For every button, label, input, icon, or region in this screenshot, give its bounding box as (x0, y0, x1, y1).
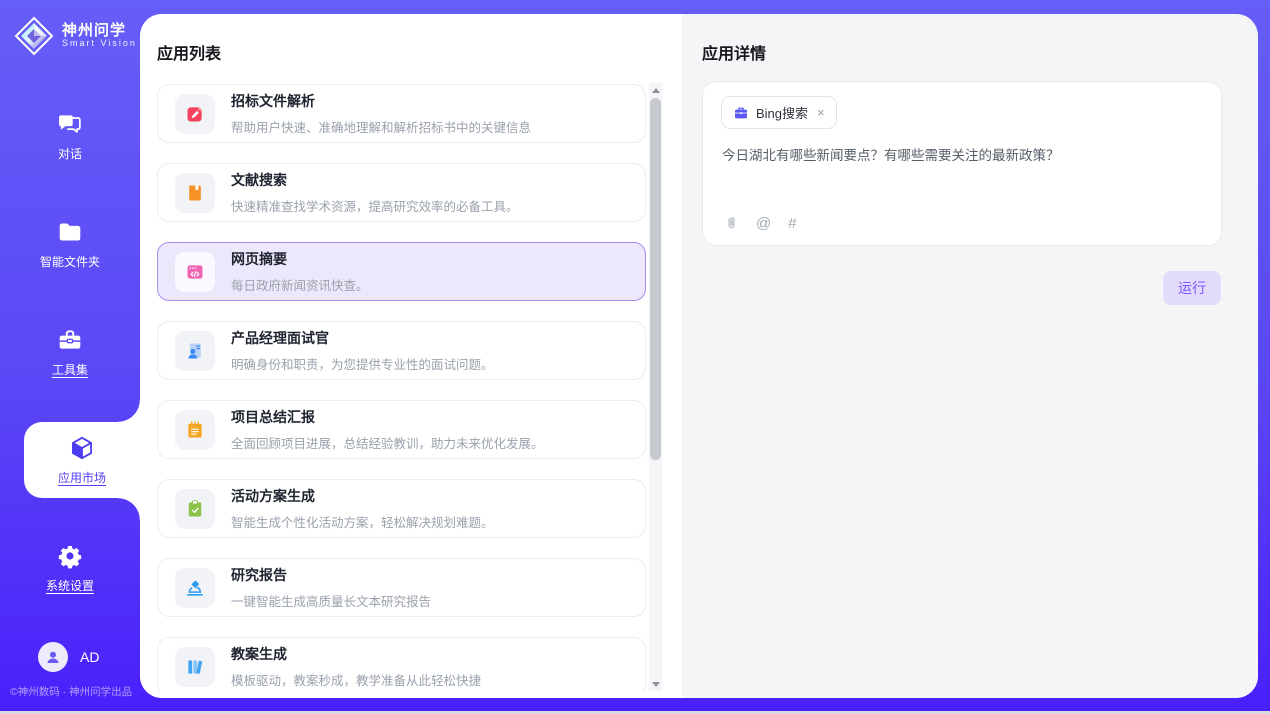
gear-icon (57, 543, 83, 569)
scrollbar-thumb[interactable] (650, 98, 661, 460)
app-card-bid-parse[interactable]: 招标文件解析 帮助用户快速、准确地理解和解析招标书中的关键信息 (157, 84, 646, 143)
app-name: 招标文件解析 (231, 91, 531, 111)
brand-logo: 神州问学 Smart Vision (14, 16, 137, 56)
app-name: 项目总结汇报 (231, 407, 544, 427)
brand-subtitle: Smart Vision (62, 39, 137, 49)
app-name: 活动方案生成 (231, 486, 494, 506)
interviewer-icon (175, 331, 215, 371)
app-card-literature-search[interactable]: 文献搜索 快速精准查找学术资源，提高研究效率的必备工具。 (157, 163, 646, 222)
app-description: 快速精准查找学术资源，提高研究效率的必备工具。 (231, 196, 519, 215)
app-list-scrollbar[interactable] (649, 83, 662, 691)
sidebar-item-label: 系统设置 (46, 577, 94, 594)
app-card-web-summary[interactable]: 网页摘要 每日政府新闻资讯快查。 (157, 242, 646, 301)
sidebar-nav: 对话 智能文件夹 工具集 (0, 98, 140, 638)
sidebar-item-app-market[interactable]: 应用市场 (24, 422, 140, 498)
app-list-scroll-area: 招标文件解析 帮助用户快速、准确地理解和解析招标书中的关键信息 文献搜索 快速精… (157, 84, 648, 691)
query-text[interactable]: 今日湖北有哪些新闻要点？有哪些需要关注的最新政策？ (722, 146, 1203, 166)
app-description: 帮助用户快速、准确地理解和解析招标书中的关键信息 (231, 117, 531, 136)
app-card-pm-interviewer[interactable]: 产品经理面试官 明确身份和职责，为您提供专业性的面试问题。 (157, 321, 646, 380)
sidebar-item-settings[interactable]: 系统设置 (0, 530, 140, 606)
sidebar-item-smart-folder[interactable]: 智能文件夹 (0, 206, 140, 282)
close-icon[interactable]: × (817, 105, 825, 120)
edit-document-icon (175, 94, 215, 134)
tool-tag-bing-search[interactable]: Bing搜索 × (721, 96, 837, 129)
sidebar-item-chat[interactable]: 对话 (0, 98, 140, 174)
tool-tag-label: Bing搜索 (756, 103, 808, 122)
sidebar-item-label: 应用市场 (58, 469, 106, 486)
app-name: 教案生成 (231, 644, 481, 664)
app-name: 产品经理面试官 (231, 328, 494, 348)
cube-icon (69, 435, 95, 461)
app-name: 研究报告 (231, 565, 431, 585)
sidebar-item-label: 对话 (58, 145, 82, 162)
app-description: 明确身份和职责，为您提供专业性的面试问题。 (231, 354, 494, 373)
avatar (38, 642, 68, 672)
app-name: 网页摘要 (231, 249, 369, 269)
main-content: 应用列表 招标文件解析 帮助用户快速、准确地理解和解析招标书中的关键信息 (140, 14, 1258, 698)
sidebar-item-label: 智能文件夹 (40, 253, 100, 270)
app-detail-card: Bing搜索 × 今日湖北有哪些新闻要点？有哪些需要关注的最新政策？ @ # (702, 81, 1222, 246)
books-icon (175, 647, 215, 687)
run-button[interactable]: 运行 (1163, 271, 1221, 305)
sidebar: 神州问学 Smart Vision 对话 智能文件夹 (0, 0, 140, 711)
app-description: 智能生成个性化活动方案，轻松解决规划难题。 (231, 512, 494, 531)
scroll-up-arrow[interactable] (649, 83, 662, 97)
book-icon (175, 173, 215, 213)
app-description: 每日政府新闻资讯快查。 (231, 275, 369, 294)
microscope-icon (175, 568, 215, 608)
app-detail-title: 应用详情 (702, 40, 766, 64)
app-name: 文献搜索 (231, 170, 519, 190)
app-description: 一键智能生成高质量长文本研究报告 (231, 591, 431, 610)
sidebar-item-label: 工具集 (52, 361, 88, 378)
app-card-event-plan[interactable]: 活动方案生成 智能生成个性化活动方案，轻松解决规划难题。 (157, 479, 646, 538)
scroll-down-arrow[interactable] (649, 677, 662, 691)
input-toolbar: @ # (724, 215, 797, 232)
user-name: AD (80, 649, 99, 665)
diamond-logo-icon (14, 16, 54, 56)
app-list-panel: 应用列表 招标文件解析 帮助用户快速、准确地理解和解析招标书中的关键信息 (140, 14, 682, 698)
user-account[interactable]: AD (38, 642, 99, 672)
briefcase-icon (733, 105, 749, 121)
app-description: 全面回顾项目进展，总结经验教训，助力未来优化发展。 (231, 433, 544, 452)
brand-name: 神州问学 (62, 23, 137, 40)
copyright-text: ©神州数码 · 神州问学出品 (10, 684, 132, 699)
app-card-lesson-plan[interactable]: 教案生成 模板驱动，教案秒成，教学准备从此轻松快捷 (157, 637, 646, 691)
app-list-title: 应用列表 (157, 40, 221, 64)
toolbox-icon (57, 327, 83, 353)
hash-icon[interactable]: # (788, 215, 796, 232)
web-code-icon (175, 252, 215, 292)
app-description: 模板驱动，教案秒成，教学准备从此轻松快捷 (231, 670, 481, 689)
sidebar-item-toolset[interactable]: 工具集 (0, 314, 140, 390)
app-card-project-summary[interactable]: 项目总结汇报 全面回顾项目进展，总结经验教训，助力未来优化发展。 (157, 400, 646, 459)
app-card-research-report[interactable]: 研究报告 一键智能生成高质量长文本研究报告 (157, 558, 646, 617)
chat-icon (57, 111, 83, 137)
mention-icon[interactable]: @ (756, 215, 771, 232)
app-detail-panel: 应用详情 Bing搜索 × 今日湖北有哪些新闻要点？有哪些需要关注的最新政策？ (682, 14, 1258, 698)
clipboard-check-icon (175, 489, 215, 529)
report-note-icon (175, 410, 215, 450)
attachment-icon[interactable] (724, 215, 739, 232)
folder-icon (57, 219, 83, 245)
